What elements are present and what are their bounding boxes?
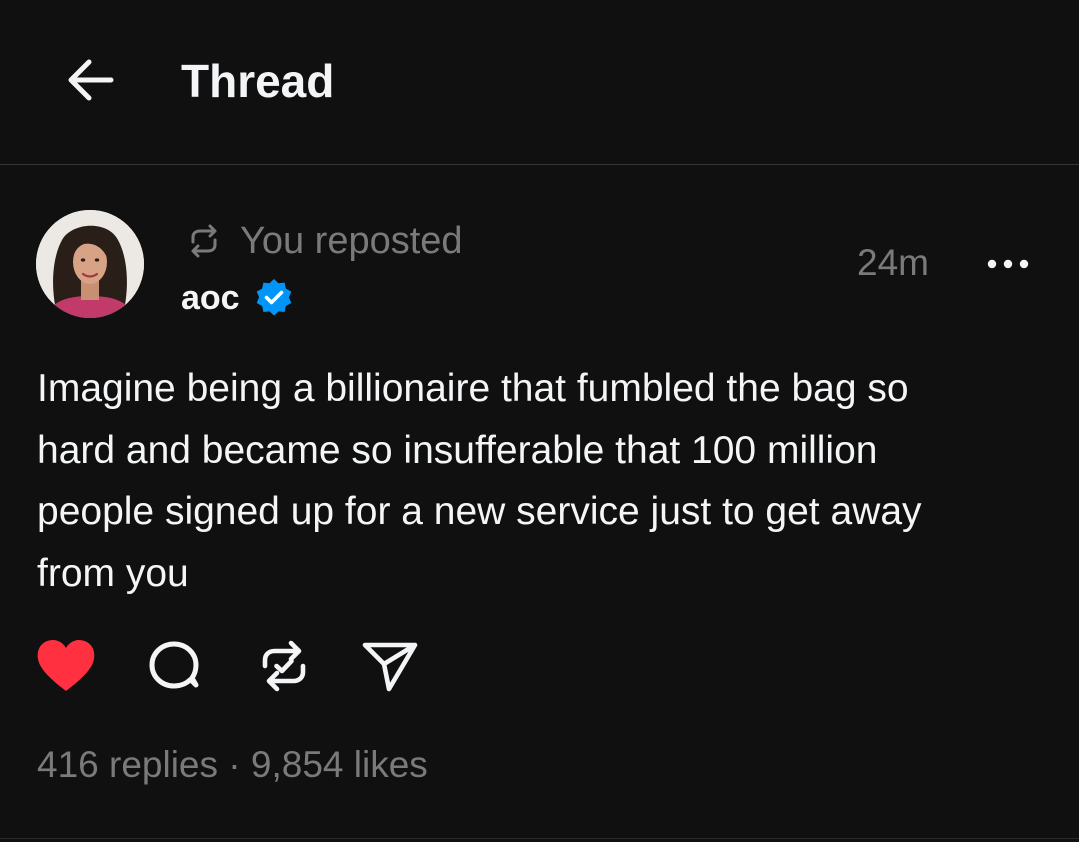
page-title: Thread xyxy=(181,55,335,107)
stats-separator: · xyxy=(218,744,251,785)
like-button[interactable] xyxy=(36,636,96,696)
verified-badge-icon xyxy=(254,278,294,318)
repost-checked-icon xyxy=(262,640,306,692)
send-icon xyxy=(362,642,418,692)
top-app-bar: Thread xyxy=(0,0,1079,164)
replies-count[interactable]: 416 replies xyxy=(37,744,218,785)
repost-indicator: You reposted xyxy=(185,216,463,266)
comment-icon xyxy=(149,641,199,689)
repost-label: You reposted xyxy=(240,219,463,262)
author-line: aoc xyxy=(181,276,294,320)
arrow-left-icon xyxy=(68,59,114,101)
avatar[interactable] xyxy=(36,210,144,318)
repost-small-icon xyxy=(185,222,223,260)
post-stats: 416 replies · 9,854 likes xyxy=(37,740,428,790)
bottom-divider xyxy=(0,838,1079,839)
author-username[interactable]: aoc xyxy=(181,279,240,318)
profile-photo xyxy=(36,210,144,318)
more-horizontal-icon xyxy=(987,259,1029,269)
share-button[interactable] xyxy=(360,636,420,696)
repost-button[interactable] xyxy=(254,636,314,696)
post-body-text: Imagine being a billionaire that fumbled… xyxy=(37,367,922,595)
reply-button[interactable] xyxy=(144,636,204,696)
post-timestamp: 24m xyxy=(857,242,929,283)
back-button[interactable] xyxy=(60,52,120,108)
heart-filled-icon xyxy=(37,640,95,691)
likes-count[interactable]: 9,854 likes xyxy=(251,744,428,785)
more-options-button[interactable] xyxy=(978,244,1038,284)
header-divider xyxy=(0,164,1079,165)
